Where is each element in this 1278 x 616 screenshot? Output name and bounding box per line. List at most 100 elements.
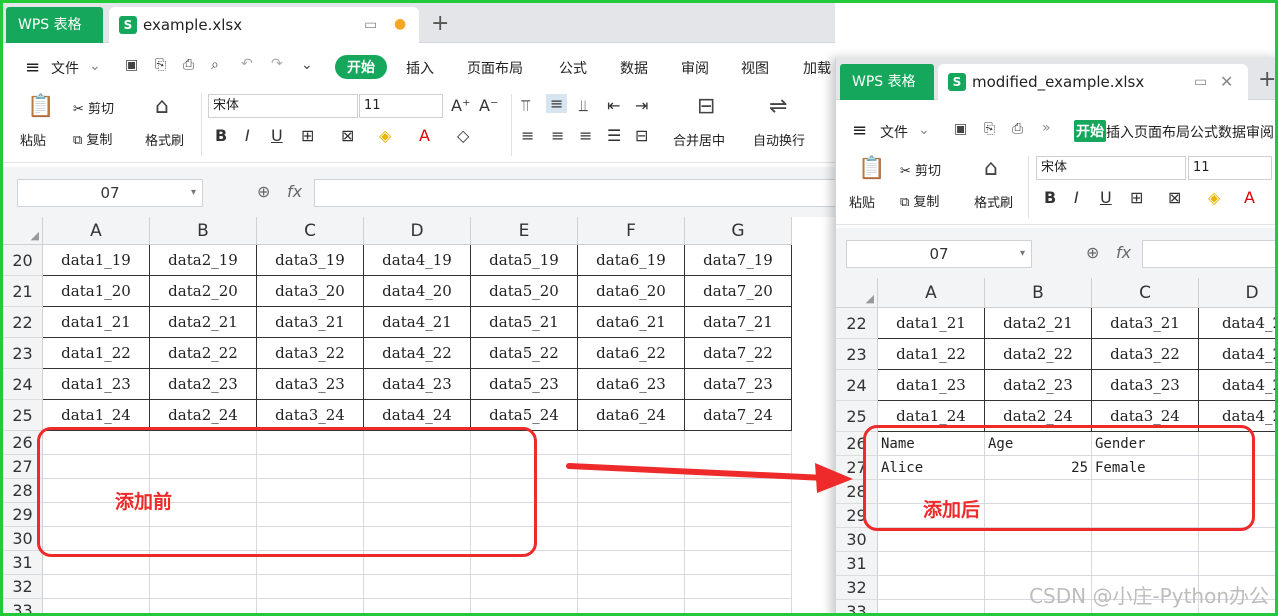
cell-C22[interactable]: data3_21 <box>1092 308 1199 339</box>
cell-C24[interactable]: data3_23 <box>1092 370 1199 401</box>
cell-B33[interactable] <box>150 599 257 613</box>
align-top-icon[interactable]: ⫪ <box>521 96 530 116</box>
row-header-23[interactable]: 23 <box>836 339 878 370</box>
cell-G31[interactable] <box>685 551 792 575</box>
cell-B24[interactable]: data2_23 <box>150 369 257 400</box>
cell-G25[interactable]: data7_24 <box>685 400 792 431</box>
cell-A33[interactable] <box>43 599 150 613</box>
cell-A30[interactable] <box>878 528 985 552</box>
cell-F30[interactable] <box>578 527 685 551</box>
cell-B22[interactable]: data2_21 <box>985 308 1092 339</box>
formula-input[interactable] <box>1142 240 1275 268</box>
cell-F26[interactable] <box>578 431 685 455</box>
increase-indent-icon[interactable]: ⇥ <box>635 96 648 115</box>
wrap-text-button[interactable]: 自动换行 <box>753 130 805 149</box>
font-color-icon[interactable]: A <box>419 126 430 145</box>
cell-E21[interactable]: data5_20 <box>471 276 578 307</box>
cell-G32[interactable] <box>685 575 792 599</box>
wrap-text-icon[interactable]: ⇌ <box>769 94 787 119</box>
row-header-31[interactable]: 31 <box>3 551 43 575</box>
cell-D24[interactable]: data4_2 <box>1199 370 1275 401</box>
new-tab-plus-icon[interactable]: + <box>1258 67 1275 92</box>
font-size-select[interactable]: 11 <box>359 94 443 118</box>
format-painter-button[interactable]: 格式刷 <box>974 192 1013 211</box>
cell-C23[interactable]: data3_22 <box>1092 339 1199 370</box>
new-tab-plus-icon[interactable]: + <box>431 11 449 36</box>
row-header-22[interactable]: 22 <box>836 308 878 339</box>
cell-C21[interactable]: data3_20 <box>257 276 364 307</box>
cell-A22[interactable]: data1_21 <box>43 307 150 338</box>
cell-A23[interactable]: data1_22 <box>878 339 985 370</box>
cell-G21[interactable]: data7_20 <box>685 276 792 307</box>
print-preview-icon[interactable]: ⌕ <box>211 57 219 73</box>
cell-D21[interactable]: data4_20 <box>364 276 471 307</box>
tab-formulas[interactable]: 公式 <box>559 58 587 78</box>
row-header-20[interactable]: 20 <box>3 245 43 276</box>
align-left-icon[interactable]: ≡ <box>521 126 534 145</box>
cut-button[interactable]: ✂ 剪切 <box>73 98 114 117</box>
cell-D31[interactable] <box>1199 552 1275 576</box>
cell-A32[interactable] <box>878 576 985 600</box>
cell-A24[interactable]: data1_23 <box>878 370 985 401</box>
cell-F29[interactable] <box>578 503 685 527</box>
row-header-24[interactable]: 24 <box>836 370 878 401</box>
fill-color-icon[interactable]: ◈ <box>379 126 391 145</box>
tab-data[interactable]: 数据 <box>620 58 648 78</box>
cell-G20[interactable]: data7_19 <box>685 245 792 276</box>
cell-G23[interactable]: data7_22 <box>685 338 792 369</box>
row-header-24[interactable]: 24 <box>3 369 43 400</box>
decrease-indent-icon[interactable]: ⇤ <box>607 96 620 115</box>
cell-A33[interactable] <box>878 600 985 613</box>
cell-B20[interactable]: data2_19 <box>150 245 257 276</box>
row-header-32[interactable]: 32 <box>3 575 43 599</box>
column-header-C[interactable]: C <box>257 217 364 245</box>
cell-E23[interactable]: data5_22 <box>471 338 578 369</box>
format-painter-icon[interactable]: ⌂ <box>155 94 169 119</box>
print-icon[interactable]: ⎙ <box>183 57 194 73</box>
column-header-E[interactable]: E <box>471 217 578 245</box>
cell-G24[interactable]: data7_23 <box>685 369 792 400</box>
align-middle-icon[interactable]: ≡ <box>546 94 568 113</box>
row-header-30[interactable]: 30 <box>836 528 878 552</box>
cell-D24[interactable]: data4_23 <box>364 369 471 400</box>
column-header-F[interactable]: F <box>578 217 685 245</box>
column-header-G[interactable]: G <box>685 217 792 245</box>
menu-file[interactable]: 文件 <box>51 58 79 78</box>
tab-page-layout[interactable]: 页面布局 <box>467 58 523 78</box>
monitor-icon[interactable]: ▭ <box>364 7 377 43</box>
tab-home[interactable]: 开始 <box>1074 120 1106 142</box>
font-name-select[interactable]: 宋体 <box>208 94 358 118</box>
formula-input[interactable] <box>314 179 835 207</box>
align-bottom-icon[interactable]: ⫫ <box>579 96 588 116</box>
cell-D32[interactable] <box>364 575 471 599</box>
cell-B30[interactable] <box>985 528 1092 552</box>
font-name-select[interactable]: 宋体 <box>1036 156 1186 180</box>
file-chevron-icon[interactable]: ⌄ <box>918 122 930 138</box>
wps-app-tab[interactable]: WPS 表格 <box>6 7 103 43</box>
cell-C22[interactable]: data3_21 <box>257 307 364 338</box>
cell-F31[interactable] <box>578 551 685 575</box>
cell-E32[interactable] <box>471 575 578 599</box>
italic-icon[interactable]: I <box>245 126 250 145</box>
cell-F33[interactable] <box>578 599 685 613</box>
cell-D23[interactable]: data4_2 <box>1199 339 1275 370</box>
row-header-32[interactable]: 32 <box>836 576 878 600</box>
tab-data[interactable]: 数据 <box>1218 122 1246 142</box>
row-header-25[interactable]: 25 <box>3 400 43 431</box>
tab-review[interactable]: 审阅 <box>681 58 709 78</box>
save-icon[interactable]: ▣ <box>954 121 967 137</box>
cell-E24[interactable]: data5_23 <box>471 369 578 400</box>
cell-C24[interactable]: data3_23 <box>257 369 364 400</box>
cell-A23[interactable]: data1_22 <box>43 338 150 369</box>
row-header-33[interactable]: 33 <box>836 600 878 613</box>
paste-icon[interactable]: 📋 <box>27 94 54 119</box>
cell-D20[interactable]: data4_19 <box>364 245 471 276</box>
cell-D30[interactable] <box>1199 528 1275 552</box>
column-header-A[interactable]: A <box>878 278 985 308</box>
cell-E33[interactable] <box>471 599 578 613</box>
cell-C23[interactable]: data3_22 <box>257 338 364 369</box>
clear-format-icon[interactable]: ◇ <box>457 126 469 145</box>
column-header-C[interactable]: C <box>1092 278 1199 308</box>
cell-B22[interactable]: data2_21 <box>150 307 257 338</box>
cell-B21[interactable]: data2_20 <box>150 276 257 307</box>
